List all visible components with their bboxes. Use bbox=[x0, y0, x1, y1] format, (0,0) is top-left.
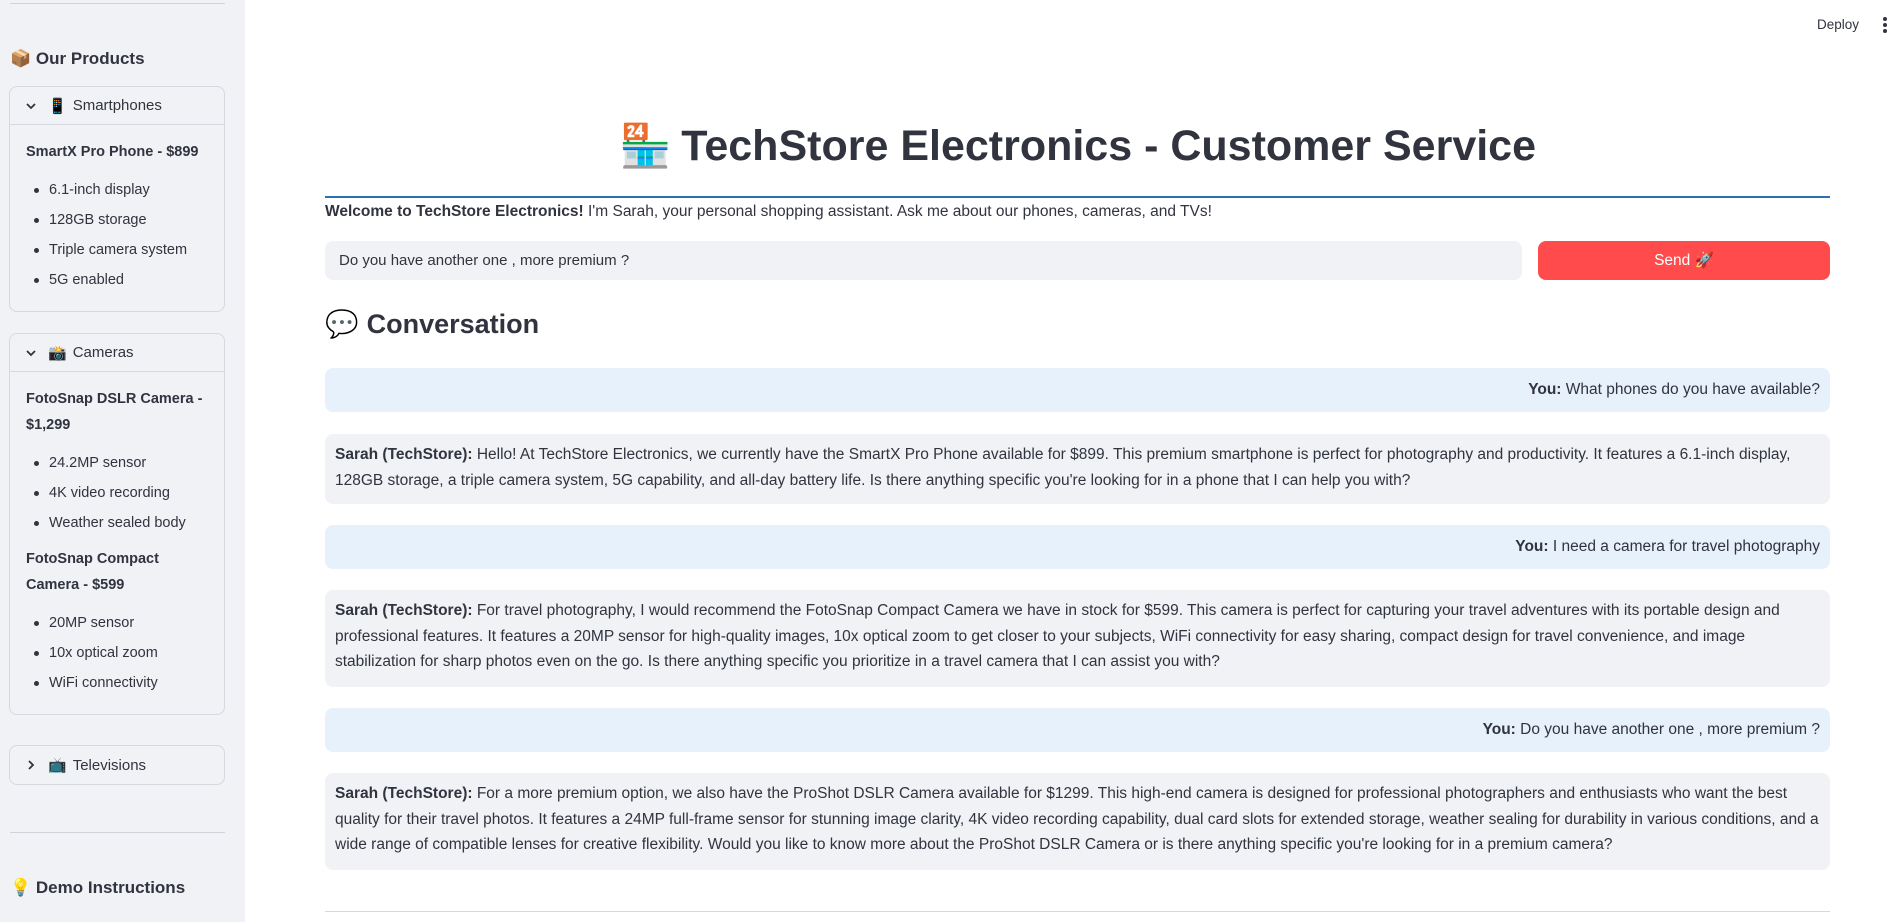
welcome-text: Welcome to TechStore Electronics! I'm Sa… bbox=[325, 203, 1212, 221]
page-title-text: TechStore Electronics - Customer Service bbox=[681, 122, 1537, 170]
conversation-heading: 💬 Conversation bbox=[325, 308, 539, 340]
message-text: Hello! At TechStore Electronics, we curr… bbox=[335, 446, 1791, 489]
products-heading: 📦 Our Products bbox=[10, 49, 145, 69]
chat-input[interactable] bbox=[325, 241, 1522, 280]
speech-bubble-icon: 💬 bbox=[325, 309, 359, 339]
message-text: What phones do you have available? bbox=[1561, 381, 1820, 398]
expander-televisions-header[interactable]: 📺 Televisions bbox=[10, 746, 224, 784]
expander-smartphones-header[interactable]: 📱 Smartphones bbox=[10, 87, 224, 125]
message-speaker: You: bbox=[1528, 381, 1562, 398]
bottom-divider bbox=[325, 911, 1830, 912]
store-icon: 🏪 bbox=[618, 122, 672, 169]
expander-smartphones: 📱 Smartphones SmartX Pro Phone - $899 6.… bbox=[9, 86, 225, 312]
feature-item: 24.2MP sensor bbox=[26, 448, 208, 478]
user-message: You: Do you have another one , more prem… bbox=[325, 708, 1830, 752]
smartphone-icon: 📱 bbox=[48, 97, 67, 115]
message-speaker: Sarah (TechStore): bbox=[335, 446, 473, 463]
lightbulb-icon: 💡 bbox=[10, 878, 32, 897]
expander-label: Televisions bbox=[72, 756, 147, 774]
feature-item: 20MP sensor bbox=[26, 608, 208, 638]
demo-heading-label: Demo Instructions bbox=[35, 878, 186, 897]
sidebar: 📦 Our Products 📱 Smartphones SmartX Pro … bbox=[0, 0, 245, 922]
expander-label: Smartphones bbox=[72, 97, 162, 114]
chevron-down-icon bbox=[24, 346, 38, 360]
camera-icon: 📸 bbox=[48, 344, 67, 362]
expander-cameras-header[interactable]: 📸 Cameras bbox=[10, 334, 224, 372]
user-message: You: What phones do you have available? bbox=[325, 368, 1830, 412]
chevron-down-icon bbox=[24, 99, 38, 113]
assistant-message: Sarah (TechStore): Hello! At TechStore E… bbox=[325, 434, 1830, 504]
expander-televisions: 📺 Televisions bbox=[9, 745, 225, 785]
feature-list: 6.1-inch display 128GB storage Triple ca… bbox=[26, 175, 208, 295]
feature-item: Weather sealed body bbox=[26, 508, 208, 538]
title-divider bbox=[325, 196, 1830, 198]
expander-cameras-body: FotoSnap DSLR Camera - $1,299 24.2MP sen… bbox=[10, 372, 224, 714]
feature-item: 10x optical zoom bbox=[26, 638, 208, 668]
message-text: For travel photography, I would recommen… bbox=[335, 602, 1780, 670]
feature-item: 6.1-inch display bbox=[26, 175, 208, 205]
assistant-message: Sarah (TechStore): For travel photograph… bbox=[325, 590, 1830, 687]
message-text: For a more premium option, we also have … bbox=[335, 785, 1819, 853]
expander-cameras: 📸 Cameras FotoSnap DSLR Camera - $1,299 … bbox=[9, 333, 225, 715]
message-speaker: You: bbox=[1482, 721, 1516, 738]
expander-label: Cameras bbox=[72, 344, 134, 361]
feature-item: WiFi connectivity bbox=[26, 668, 208, 698]
page-title: 🏪 TechStore Electronics - Customer Servic… bbox=[325, 122, 1830, 171]
package-icon: 📦 bbox=[10, 49, 32, 68]
chevron-right-icon bbox=[24, 758, 38, 772]
message-text: I need a camera for travel photography bbox=[1548, 538, 1820, 555]
conversation-heading-text: Conversation bbox=[366, 309, 540, 339]
sidebar-divider bbox=[10, 832, 225, 833]
deploy-button[interactable]: Deploy bbox=[1817, 17, 1859, 32]
welcome-bold: Welcome to TechStore Electronics! bbox=[325, 203, 584, 220]
expander-smartphones-body: SmartX Pro Phone - $899 6.1-inch display… bbox=[10, 125, 224, 311]
message-text: Do you have another one , more premium ? bbox=[1515, 721, 1820, 738]
welcome-body: I'm Sarah, your personal shopping assist… bbox=[583, 203, 1212, 220]
assistant-message: Sarah (TechStore): For a more premium op… bbox=[325, 773, 1830, 870]
send-button[interactable]: Send 🚀 bbox=[1538, 241, 1830, 280]
product-title: SmartX Pro Phone - $899 bbox=[26, 144, 199, 160]
product-title: FotoSnap Compact Camera - $599 bbox=[26, 551, 159, 593]
message-speaker: You: bbox=[1515, 538, 1549, 555]
sidebar-divider-top bbox=[10, 3, 225, 4]
feature-item: 5G enabled bbox=[26, 265, 208, 295]
products-heading-label: Our Products bbox=[35, 49, 145, 68]
feature-item: 128GB storage bbox=[26, 205, 208, 235]
feature-item: Triple camera system bbox=[26, 235, 208, 265]
feature-item: 4K video recording bbox=[26, 478, 208, 508]
product-title: FotoSnap DSLR Camera - $1,299 bbox=[26, 391, 203, 433]
feature-list: 20MP sensor 10x optical zoom WiFi connec… bbox=[26, 608, 208, 698]
more-menu-icon[interactable] bbox=[1882, 17, 1888, 33]
demo-instructions-heading: 💡 Demo Instructions bbox=[10, 878, 185, 898]
user-message: You: I need a camera for travel photogra… bbox=[325, 525, 1830, 569]
message-speaker: Sarah (TechStore): bbox=[335, 785, 473, 802]
message-speaker: Sarah (TechStore): bbox=[335, 602, 473, 619]
feature-list: 24.2MP sensor 4K video recording Weather… bbox=[26, 448, 208, 538]
television-icon: 📺 bbox=[48, 757, 67, 774]
